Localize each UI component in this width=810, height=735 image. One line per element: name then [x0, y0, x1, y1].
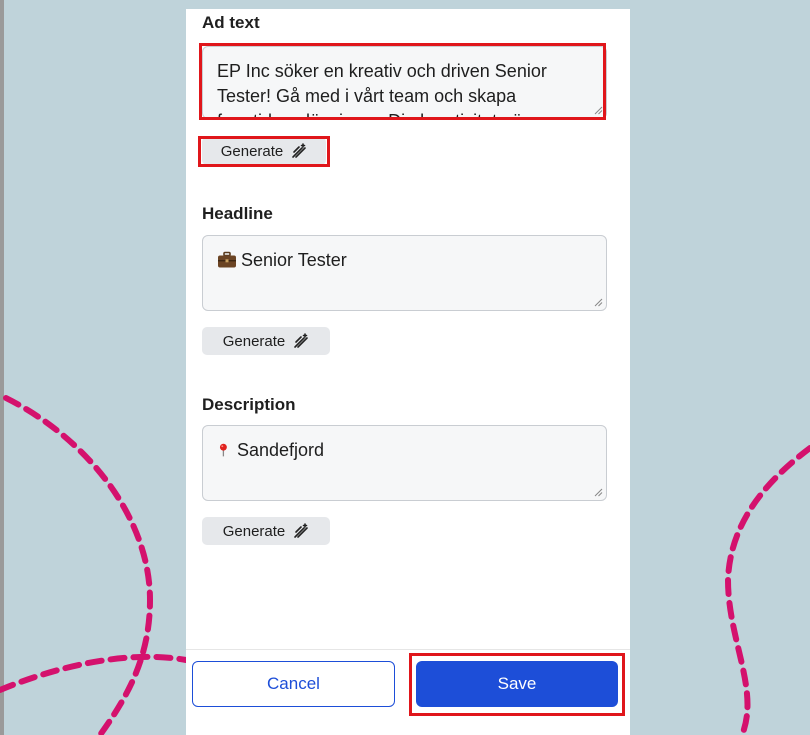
description-textarea[interactable]: Sandefjord: [202, 425, 607, 501]
headline-textarea[interactable]: Senior Tester: [202, 235, 607, 311]
headline-value: Senior Tester: [241, 250, 347, 270]
ad-editor-panel: Ad text EP Inc söker en kreativ och driv…: [186, 9, 630, 735]
generate-label: Generate: [222, 522, 286, 540]
resize-handle-icon[interactable]: [594, 488, 603, 497]
save-button-highlight: [409, 653, 625, 716]
resize-handle-icon[interactable]: [594, 298, 603, 307]
description-value: Sandefjord: [237, 440, 325, 460]
generate-button-highlight: [198, 136, 330, 167]
headline-label: Headline: [202, 204, 273, 223]
ad-text-label: Ad text: [202, 13, 260, 32]
generate-label: Generate: [222, 332, 286, 350]
magic-wand-icon: [294, 523, 309, 538]
cancel-button[interactable]: Cancel: [192, 661, 395, 707]
magic-wand-icon: [294, 333, 309, 348]
description-generate-button[interactable]: Generate: [202, 517, 330, 545]
headline-generate-button[interactable]: Generate: [202, 327, 330, 355]
briefcase-icon: [218, 251, 236, 268]
ad-text-highlight: [199, 43, 606, 120]
pin-icon: [219, 443, 227, 457]
description-label: Description: [202, 395, 296, 414]
footer-divider: [186, 649, 630, 650]
